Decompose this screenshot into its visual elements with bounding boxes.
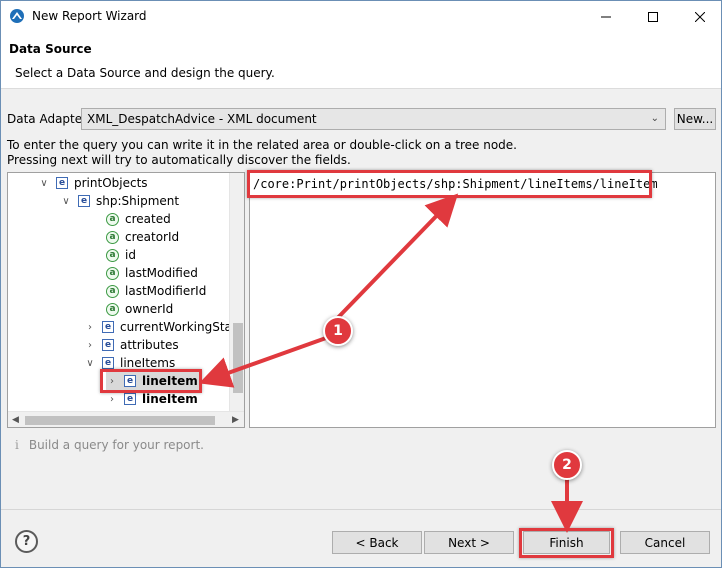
tree-horizontal-scrollbar[interactable]: ◀ ▶ [8,411,244,427]
tree-item-label: id [125,248,136,262]
tree-item-label: shp:Shipment [96,194,180,208]
scroll-right-icon[interactable]: ▶ [232,415,239,425]
chevron-right-icon[interactable]: › [84,321,96,333]
maximize-button[interactable] [630,1,676,32]
status-message: i Build a query for your report. [15,438,204,452]
chevron-down-icon[interactable]: ∨ [38,177,50,189]
element-icon: e [124,393,136,405]
tree-item-lastmodified[interactable]: a lastModified [106,264,198,282]
tree-vertical-scrollbar[interactable] [229,173,244,411]
attribute-icon: a [106,284,119,298]
tree-item-created[interactable]: a created [106,210,171,228]
attribute-icon: a [106,302,119,316]
wizard-header: Data Source Select a Data Source and des… [1,32,721,89]
info-text-1: To enter the query you can write it in t… [7,138,517,152]
divider [1,509,721,510]
lineitem-highlight-box [100,369,202,393]
tree-item-label: lineItem [142,392,198,406]
tree-item-label: created [125,212,171,226]
info-text-2: Pressing next will try to automatically … [7,153,351,167]
tree-item-id[interactable]: a id [106,246,136,264]
tree-item-label: currentWorkingStat [120,320,237,334]
next-button[interactable]: Next > [424,531,514,554]
query-editor[interactable]: /core:Print/printObjects/shp:Shipment/li… [249,172,716,428]
info-icon: i [15,438,19,452]
attribute-icon: a [106,266,119,280]
element-icon: e [102,357,114,369]
tree-item-label: lastModifierId [125,284,207,298]
window-title: New Report Wizard [32,9,147,23]
data-adapter-select[interactable]: XML_DespatchAdvice - XML document ⌄ [81,108,666,130]
element-icon: e [56,177,68,189]
new-adapter-button[interactable]: New... [674,108,716,130]
minimize-icon [601,16,611,17]
close-button[interactable] [677,1,721,32]
element-icon: e [102,339,114,351]
attribute-icon: a [106,230,119,244]
close-icon [695,11,705,22]
cancel-button[interactable]: Cancel [620,531,710,554]
minimize-button[interactable] [583,1,629,32]
chevron-right-icon[interactable]: › [106,393,118,405]
tree-item-attributes[interactable]: › e attributes [84,336,179,354]
tree-item-printobjects[interactable]: ∨ e printObjects [38,174,148,192]
new-report-wizard-window: New Report Wizard Data Source Select a D… [0,0,722,568]
tree-item-creatorid[interactable]: a creatorId [106,228,179,246]
status-text: Build a query for your report. [28,438,204,452]
chevron-right-icon[interactable]: › [84,339,96,351]
query-highlight-box [247,170,652,198]
page-title: Data Source [9,42,92,56]
help-button[interactable]: ? [15,530,38,553]
app-icon [10,9,24,23]
title-bar: New Report Wizard [1,1,721,32]
page-description: Select a Data Source and design the quer… [15,66,275,80]
attribute-icon: a [106,248,119,262]
tree-item-label: printObjects [74,176,148,190]
element-icon: e [102,321,114,333]
chevron-down-icon[interactable]: ∨ [84,357,96,369]
back-button[interactable]: < Back [332,531,422,554]
attribute-icon: a [106,212,119,226]
maximize-icon [648,11,658,22]
tree-item-label: attributes [120,338,179,352]
data-adapter-value: XML_DespatchAdvice - XML document [87,112,317,126]
finish-highlight-box [519,528,614,558]
tree-item-label: lastModified [125,266,198,280]
tree-item-lastmodifierid[interactable]: a lastModifierId [106,282,206,300]
tree-item-label: ownerId [125,302,174,316]
scrollbar-thumb[interactable] [25,416,215,425]
scrollbar-thumb[interactable] [233,323,243,393]
chevron-down-icon[interactable]: ∨ [60,195,72,207]
tree-item-label: creatorId [125,230,180,244]
tree-item-currentworkingstat[interactable]: › e currentWorkingStat [84,318,237,336]
data-adapter-label: Data Adapter [7,112,88,126]
step-badge-1: 1 [323,316,353,346]
element-icon: e [78,195,90,207]
scroll-left-icon[interactable]: ◀ [12,415,19,425]
tree-item-shipment[interactable]: ∨ e shp:Shipment [60,192,179,210]
chevron-down-icon: ⌄ [650,113,659,124]
step-badge-2: 2 [552,450,582,480]
tree-item-ownerid[interactable]: a ownerId [106,300,173,318]
tree-item-label: lineItems [120,356,176,370]
